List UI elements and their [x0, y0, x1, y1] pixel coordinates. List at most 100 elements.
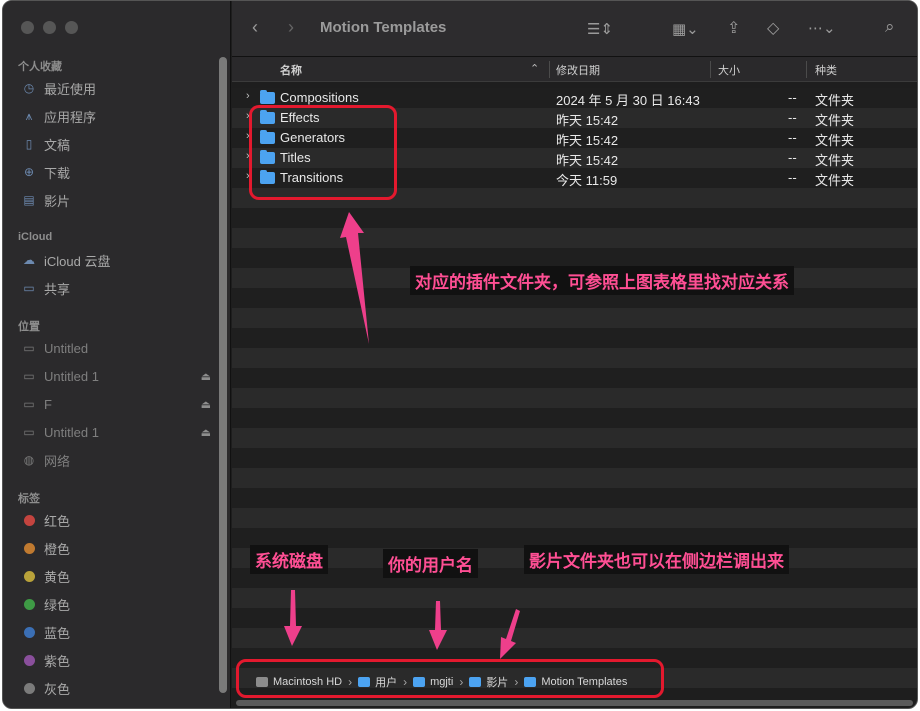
column-divider[interactable] [549, 61, 550, 78]
row-stripe [232, 208, 917, 228]
column-size[interactable]: 大小 [718, 62, 740, 78]
minimize-button[interactable] [43, 21, 56, 34]
sidebar-item-untitled[interactable]: ▭ Untitled [21, 337, 211, 359]
cloud-icon: ☁ [23, 253, 35, 267]
film-icon: ▤ [23, 193, 35, 207]
tag-label: 红色 [44, 513, 71, 529]
tag-green[interactable]: 绿色 [21, 593, 211, 615]
file-size: -- [788, 110, 797, 125]
sidebar-item-label: iCloud 云盘 [44, 253, 111, 269]
locations-header: 位置 [18, 321, 40, 333]
eject-icon[interactable]: ⏏ [201, 398, 211, 411]
tag-purple[interactable]: 紫色 [21, 649, 211, 671]
row-stripe [232, 588, 917, 608]
tag-dot [23, 626, 35, 638]
close-button[interactable] [21, 21, 34, 34]
sidebar-item-label: 下载 [44, 165, 71, 181]
tag-dot [23, 654, 35, 666]
tag-label: 橙色 [44, 541, 71, 557]
list-view-icon[interactable]: ☰⇕ [587, 20, 613, 38]
sidebar-item-documents[interactable]: ▯ 文稿 [21, 133, 211, 155]
window-title: Motion Templates [320, 19, 447, 36]
row-stripe [232, 308, 917, 328]
sidebar-item-label: 网络 [44, 453, 71, 469]
tag-label: 蓝色 [44, 625, 71, 641]
globe-icon: ◍ [23, 453, 35, 467]
zoom-button[interactable] [65, 21, 78, 34]
file-size: -- [788, 150, 797, 165]
column-divider[interactable] [806, 61, 807, 78]
disk-icon: ▭ [23, 369, 35, 383]
sidebar-scrollbar[interactable] [219, 57, 227, 693]
sidebar-item-icloud-drive[interactable]: ☁ iCloud 云盘 [21, 249, 211, 271]
sidebar-item-f[interactable]: ▭ F ⏏ [21, 393, 211, 415]
row-stripe [232, 348, 917, 368]
sidebar-item-network[interactable]: ◍ 网络 [21, 449, 211, 471]
sidebar-item-untitled-1b[interactable]: ▭ Untitled 1 ⏏ [21, 421, 211, 443]
file-name: Compositions [280, 90, 359, 105]
row-stripe [232, 388, 917, 408]
favorites-header: 个人收藏 [18, 61, 62, 73]
file-size: -- [788, 170, 797, 185]
group-icon[interactable]: ▦⌄ [672, 20, 699, 38]
sort-chevron-icon[interactable]: ⌃ [530, 62, 539, 75]
document-icon: ▯ [25, 137, 33, 151]
clock-icon: ◷ [23, 81, 35, 95]
row-stripe [232, 228, 917, 248]
column-name[interactable]: 名称 [280, 62, 302, 78]
column-date[interactable]: 修改日期 [556, 62, 600, 78]
tag-red[interactable]: 红色 [21, 509, 211, 531]
sidebar-item-movies[interactable]: ▤ 影片 [21, 189, 211, 211]
file-kind: 文件夹 [815, 113, 855, 128]
tag-label: 灰色 [44, 681, 71, 697]
more-icon[interactable]: ⋯⌄ [808, 19, 836, 37]
sidebar-item-shared[interactable]: ▭ 共享 [21, 277, 211, 299]
row-stripe [232, 248, 917, 268]
sidebar-item-label: 共享 [44, 281, 71, 297]
annotation-plugin-note: 对应的插件文件夹，可参照上图表格里找对应关系 [410, 266, 794, 295]
row-stripe [232, 608, 917, 628]
tag-dot [23, 514, 35, 526]
row-stripe [232, 468, 917, 488]
sidebar-item-label: Untitled [44, 340, 89, 356]
row-stripe [232, 448, 917, 468]
tag-label: 绿色 [44, 597, 71, 613]
sidebar-item-label: 影片 [44, 193, 71, 209]
sidebar-item-label: Untitled 1 [44, 368, 99, 384]
file-date: 今天 11:59 [556, 173, 618, 188]
file-kind: 文件夹 [815, 173, 855, 188]
forward-icon[interactable]: › [288, 17, 294, 38]
tag-gray[interactable]: 灰色 [21, 677, 211, 699]
tag-dot [23, 682, 35, 694]
column-kind[interactable]: 种类 [815, 62, 837, 78]
column-divider[interactable] [710, 61, 711, 78]
tags-header: 标签 [18, 493, 40, 505]
tag-dot [23, 598, 35, 610]
row-stripe [232, 328, 917, 348]
toolbar: ‹ › Motion Templates ☰⇕ ▦⌄ ⇪ ◇ ⋯⌄ ⌕ [232, 1, 917, 57]
sidebar-item-applications[interactable]: ⩚ 应用程序 [21, 105, 211, 127]
finder-window: 个人收藏 ◷ 最近使用 ⩚ 应用程序 ▯ 文稿 ⊕ 下载 ▤ 影片 iCloud ☁ iCl… [2, 0, 918, 709]
sidebar-item-label: 文稿 [44, 137, 71, 153]
sidebar-item-recents[interactable]: ◷ 最近使用 [21, 77, 211, 99]
file-date: 昨天 15:42 [556, 153, 619, 168]
tag-yellow[interactable]: 黄色 [21, 565, 211, 587]
search-icon[interactable]: ⌕ [885, 17, 895, 37]
tag-dot [23, 570, 35, 582]
tag-blue[interactable]: 蓝色 [21, 621, 211, 643]
sidebar-item-downloads[interactable]: ⊕ 下载 [21, 161, 211, 183]
file-date: 昨天 15:42 [556, 113, 619, 128]
sidebar-item-untitled-1[interactable]: ▭ Untitled 1 ⏏ [21, 365, 211, 387]
horizontal-scrollbar[interactable] [236, 700, 913, 706]
row-stripe [232, 428, 917, 448]
sidebar-item-label: F [44, 396, 52, 412]
share-icon[interactable]: ⇪ [727, 18, 740, 38]
column-header: 名称 ⌃ 修改日期 大小 种类 [232, 57, 917, 82]
tag-orange[interactable]: 橙色 [21, 537, 211, 559]
eject-icon[interactable]: ⏏ [201, 426, 211, 439]
back-icon[interactable]: ‹ [252, 17, 258, 38]
tag-icon[interactable]: ◇ [767, 18, 779, 38]
eject-icon[interactable]: ⏏ [201, 370, 211, 383]
row-stripe [232, 488, 917, 508]
disclosure-icon[interactable]: › [246, 90, 250, 102]
